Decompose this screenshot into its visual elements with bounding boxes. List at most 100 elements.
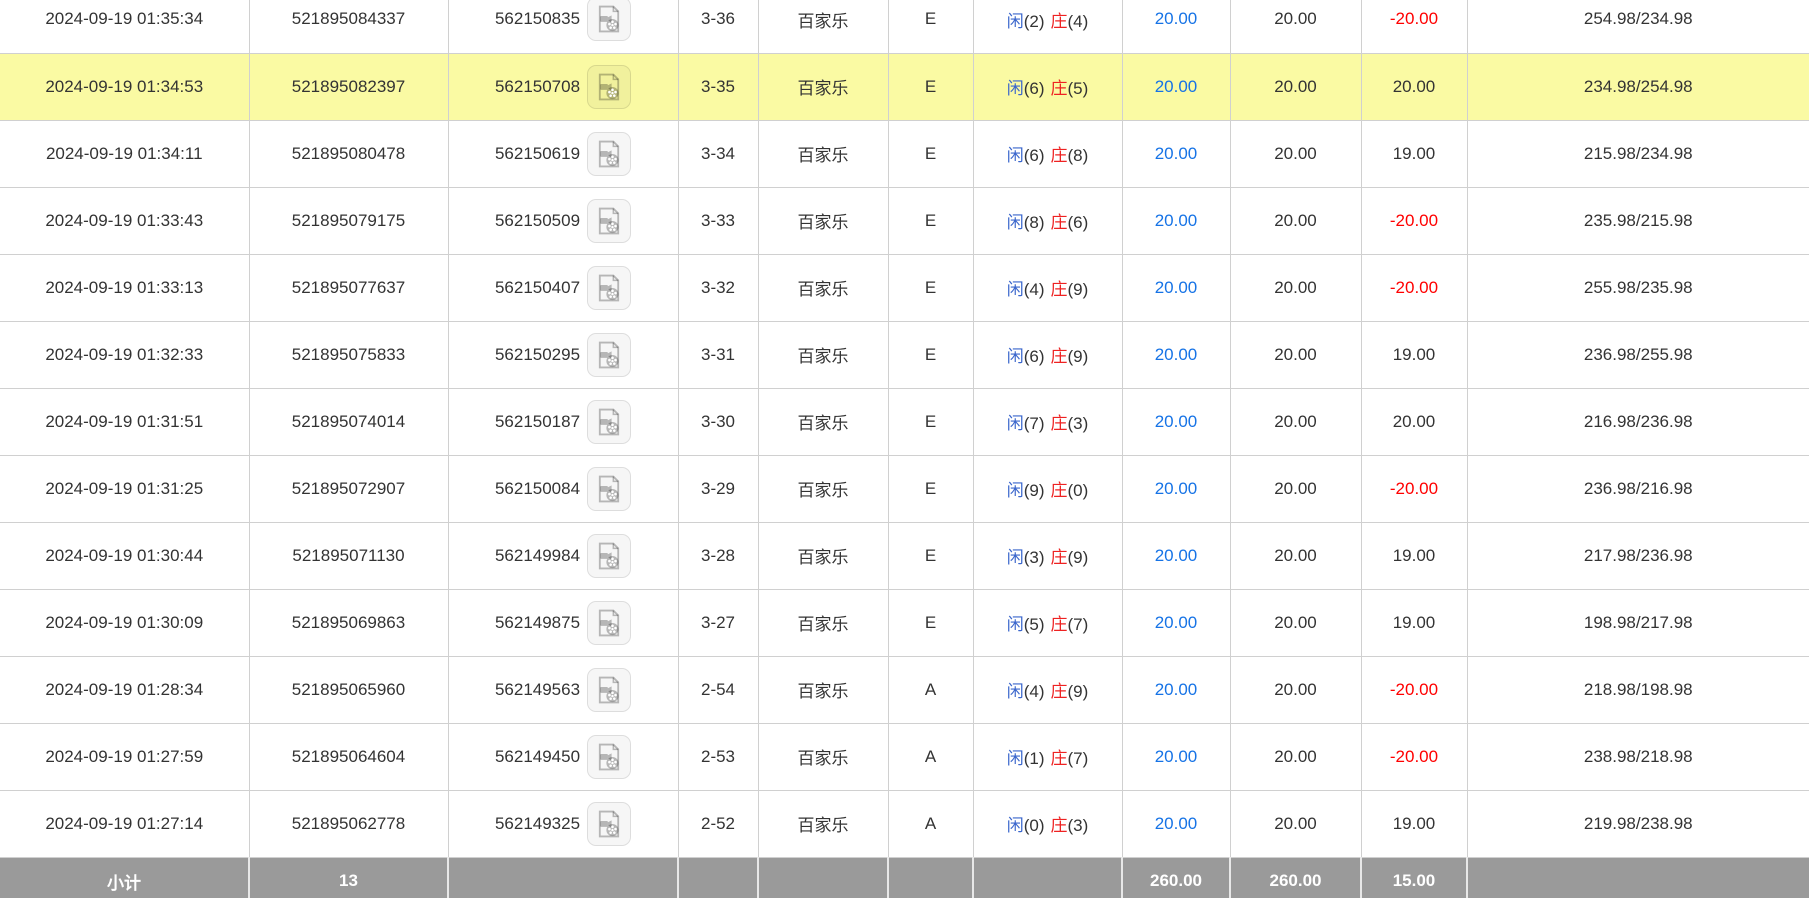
video-replay-button[interactable] — [587, 534, 631, 578]
cell-table-code: E — [888, 0, 973, 53]
banker-label: 庄 — [1051, 414, 1068, 433]
cell-valid-amount: 20.00 — [1230, 0, 1361, 53]
cell-valid-amount: 20.00 — [1230, 187, 1361, 254]
round-id-text: 562150708 — [495, 77, 580, 97]
video-replay-button[interactable] — [587, 668, 631, 712]
cell-table-code: E — [888, 388, 973, 455]
cell-round-id: 562149563 — [448, 656, 678, 723]
cell-table-code: E — [888, 589, 973, 656]
subtotal-empty-cell — [888, 857, 973, 898]
video-record-icon — [596, 72, 622, 102]
banker-points: (9) — [1068, 548, 1089, 567]
banker-label: 庄 — [1051, 816, 1068, 835]
cell-balance: 218.98/198.98 — [1467, 656, 1809, 723]
cell-table-code: E — [888, 53, 973, 120]
cell-bet-amount-link[interactable]: 20.00 — [1122, 589, 1230, 656]
cell-bet-amount-link[interactable]: 20.00 — [1122, 388, 1230, 455]
cell-round-id: 562150407 — [448, 254, 678, 321]
cell-bet-id: 521895084337 — [249, 0, 448, 53]
bet-record-row[interactable]: 2024-09-19 01:33:43 521895079175 5621505… — [0, 187, 1809, 254]
bet-record-row[interactable]: 2024-09-19 01:30:44 521895071130 5621499… — [0, 522, 1809, 589]
bet-record-row[interactable]: 2024-09-19 01:28:34 521895065960 5621495… — [0, 656, 1809, 723]
cell-game-type: 百家乐 — [758, 790, 888, 857]
bet-record-row[interactable]: 2024-09-19 01:31:51 521895074014 5621501… — [0, 388, 1809, 455]
video-replay-button[interactable] — [587, 199, 631, 243]
video-record-icon — [596, 139, 622, 169]
cell-bet-amount-link[interactable]: 20.00 — [1122, 187, 1230, 254]
video-replay-button[interactable] — [587, 0, 631, 41]
banker-label: 庄 — [1051, 615, 1068, 634]
cell-valid-amount: 20.00 — [1230, 321, 1361, 388]
bet-record-row[interactable]: 2024-09-19 01:32:33 521895075833 5621502… — [0, 321, 1809, 388]
cell-table-code: E — [888, 187, 973, 254]
video-record-icon — [596, 206, 622, 236]
cell-result: 闲(0)庄(3) — [973, 790, 1122, 857]
cell-table-code: E — [888, 522, 973, 589]
player-label: 闲 — [1007, 414, 1024, 433]
banker-points: (9) — [1068, 280, 1089, 299]
cell-bet-amount-link[interactable]: 20.00 — [1122, 254, 1230, 321]
video-replay-button[interactable] — [587, 132, 631, 176]
cell-win-loss: 19.00 — [1361, 321, 1467, 388]
cell-bet-amount-link[interactable]: 20.00 — [1122, 455, 1230, 522]
cell-bet-amount-link[interactable]: 20.00 — [1122, 53, 1230, 120]
bet-record-row[interactable]: 2024-09-19 01:35:34 521895084337 5621508… — [0, 0, 1809, 53]
bet-record-row[interactable]: 2024-09-19 01:34:11 521895080478 5621506… — [0, 120, 1809, 187]
cell-balance: 236.98/216.98 — [1467, 455, 1809, 522]
cell-balance: 236.98/255.98 — [1467, 321, 1809, 388]
bet-record-row[interactable]: 2024-09-19 01:31:25 521895072907 5621500… — [0, 455, 1809, 522]
subtotal-empty-cell — [678, 857, 758, 898]
video-record-icon — [596, 407, 622, 437]
cell-bet-id: 521895072907 — [249, 455, 448, 522]
bet-record-row[interactable]: 2024-09-19 01:27:59 521895064604 5621494… — [0, 723, 1809, 790]
video-replay-button[interactable] — [587, 400, 631, 444]
video-replay-button[interactable] — [587, 802, 631, 846]
video-replay-button[interactable] — [587, 467, 631, 511]
cell-bet-amount-link[interactable]: 20.00 — [1122, 790, 1230, 857]
cell-game-type: 百家乐 — [758, 388, 888, 455]
subtotal-empty-cell — [973, 857, 1122, 898]
cell-bet-time: 2024-09-19 01:27:14 — [0, 790, 249, 857]
video-replay-button[interactable] — [587, 333, 631, 377]
cell-table-code: A — [888, 790, 973, 857]
video-replay-button[interactable] — [587, 65, 631, 109]
cell-table-round: 3-31 — [678, 321, 758, 388]
cell-result: 闲(4)庄(9) — [973, 656, 1122, 723]
video-replay-button[interactable] — [587, 266, 631, 310]
player-points: (1) — [1024, 749, 1045, 768]
cell-bet-amount-link[interactable]: 20.00 — [1122, 120, 1230, 187]
bet-record-row[interactable]: 2024-09-19 01:27:14 521895062778 5621493… — [0, 790, 1809, 857]
cell-balance: 234.98/254.98 — [1467, 53, 1809, 120]
cell-balance: 235.98/215.98 — [1467, 187, 1809, 254]
cell-bet-time: 2024-09-19 01:31:25 — [0, 455, 249, 522]
player-points: (7) — [1024, 414, 1045, 433]
player-points: (2) — [1024, 12, 1045, 31]
cell-bet-amount-link[interactable]: 20.00 — [1122, 522, 1230, 589]
player-points: (6) — [1024, 146, 1045, 165]
bet-record-row[interactable]: 2024-09-19 01:34:53 521895082397 5621507… — [0, 53, 1809, 120]
subtotal-record-count: 13 — [249, 857, 448, 898]
cell-result: 闲(5)庄(7) — [973, 589, 1122, 656]
cell-bet-amount-link[interactable]: 20.00 — [1122, 656, 1230, 723]
cell-result: 闲(9)庄(0) — [973, 455, 1122, 522]
cell-table-round: 3-35 — [678, 53, 758, 120]
cell-valid-amount: 20.00 — [1230, 120, 1361, 187]
cell-round-id: 562150835 — [448, 0, 678, 53]
bet-record-row[interactable]: 2024-09-19 01:33:13 521895077637 5621504… — [0, 254, 1809, 321]
cell-win-loss: -20.00 — [1361, 0, 1467, 53]
player-label: 闲 — [1007, 347, 1024, 366]
banker-points: (4) — [1068, 12, 1089, 31]
video-replay-button[interactable] — [587, 735, 631, 779]
cell-round-id: 562149325 — [448, 790, 678, 857]
video-replay-button[interactable] — [587, 601, 631, 645]
player-points: (8) — [1024, 213, 1045, 232]
bet-record-row[interactable]: 2024-09-19 01:30:09 521895069863 5621498… — [0, 589, 1809, 656]
cell-bet-amount-link[interactable]: 20.00 — [1122, 321, 1230, 388]
cell-valid-amount: 20.00 — [1230, 455, 1361, 522]
cell-result: 闲(2)庄(4) — [973, 0, 1122, 53]
video-record-icon — [596, 474, 622, 504]
video-record-icon — [596, 608, 622, 638]
cell-bet-amount-link[interactable]: 20.00 — [1122, 0, 1230, 53]
cell-table-code: A — [888, 723, 973, 790]
cell-bet-amount-link[interactable]: 20.00 — [1122, 723, 1230, 790]
